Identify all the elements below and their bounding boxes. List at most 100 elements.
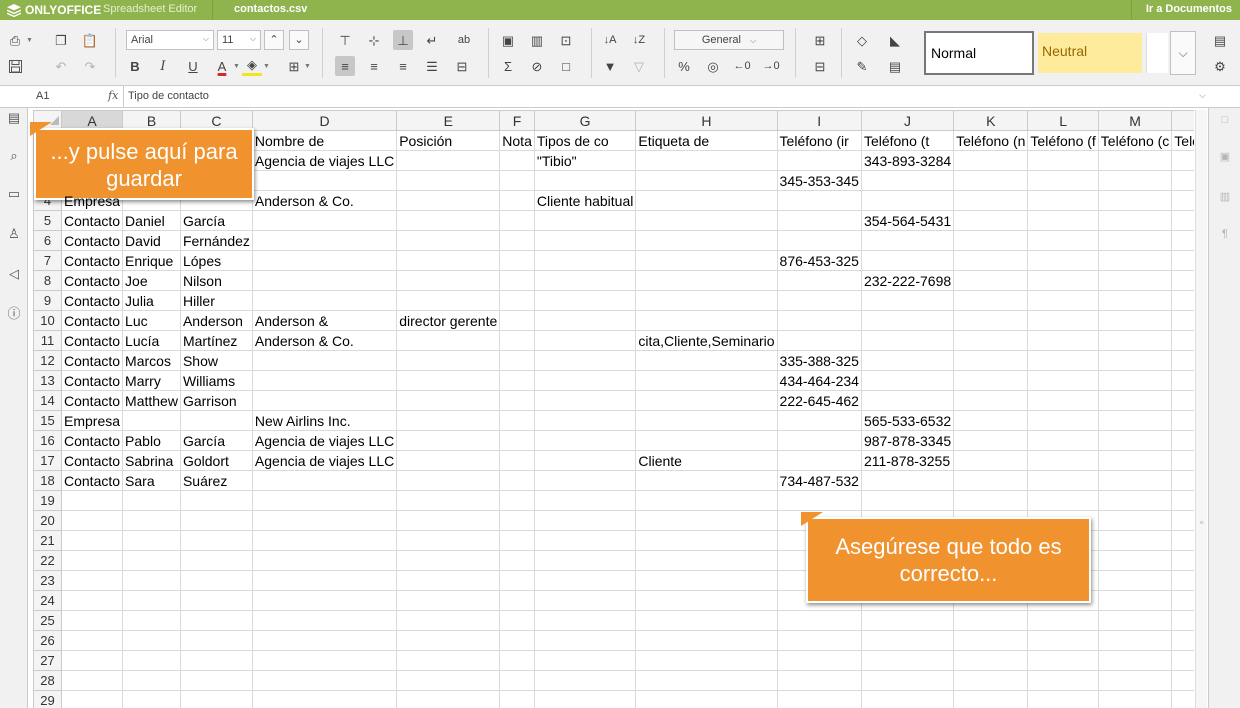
cell[interactable]: [860, 370, 955, 391]
row-header[interactable]: 9: [33, 290, 62, 311]
cell[interactable]: 876-453-325: [776, 250, 862, 271]
cell[interactable]: [776, 190, 862, 211]
chevron-down-icon[interactable]: ⌵: [1170, 31, 1196, 75]
cell[interactable]: [533, 370, 637, 391]
cell[interactable]: Etiqueta de: [635, 130, 778, 151]
cell[interactable]: [1027, 610, 1099, 631]
cell[interactable]: Show: [179, 350, 253, 371]
cell[interactable]: [776, 410, 862, 431]
cell[interactable]: [776, 430, 862, 451]
cell[interactable]: [776, 650, 862, 671]
cell[interactable]: [122, 670, 181, 691]
cell[interactable]: [635, 650, 778, 671]
cell[interactable]: [60, 570, 124, 591]
insert-image-icon[interactable]: ▣: [498, 30, 518, 50]
cell[interactable]: [1097, 210, 1173, 231]
cell[interactable]: [860, 650, 955, 671]
cell[interactable]: 434-464-234: [776, 370, 862, 391]
cell[interactable]: [179, 510, 253, 531]
cell[interactable]: Teléfono (n: [953, 130, 1029, 151]
cell[interactable]: [776, 330, 862, 351]
function-icon[interactable]: fx: [108, 89, 118, 102]
cell[interactable]: [251, 650, 398, 671]
cell[interactable]: Anderson & Co.: [251, 330, 398, 351]
cell[interactable]: [1097, 530, 1173, 551]
cell[interactable]: [1171, 610, 1194, 631]
cell[interactable]: [953, 610, 1029, 631]
cell[interactable]: [499, 350, 535, 371]
number-format-select[interactable]: General ⌵: [674, 30, 784, 50]
cell[interactable]: Enrique: [122, 250, 181, 271]
cell[interactable]: [251, 390, 398, 411]
align-justify-icon[interactable]: ☰: [422, 56, 442, 76]
cell[interactable]: [533, 390, 637, 411]
cell[interactable]: [953, 290, 1029, 311]
cell[interactable]: Hiller: [179, 290, 253, 311]
row-header[interactable]: 5: [33, 210, 62, 231]
align-center-icon[interactable]: ≡: [364, 56, 384, 76]
cell[interactable]: [953, 630, 1029, 651]
cell[interactable]: [499, 590, 535, 611]
feedback-icon[interactable]: ◁: [4, 264, 24, 284]
cell[interactable]: [533, 310, 637, 331]
cell[interactable]: [860, 230, 955, 251]
cell[interactable]: [179, 410, 253, 431]
cell[interactable]: [635, 290, 778, 311]
cell[interactable]: [1027, 170, 1099, 191]
cell[interactable]: [499, 630, 535, 651]
cell[interactable]: Contacto: [60, 430, 124, 451]
borders-icon[interactable]: ⊞: [284, 56, 304, 76]
cell[interactable]: [860, 690, 955, 708]
cell[interactable]: Empresa: [60, 410, 124, 431]
clear-icon[interactable]: ◇: [852, 30, 872, 50]
cell[interactable]: [860, 390, 955, 411]
cell[interactable]: [635, 590, 778, 611]
borders-caret[interactable]: ▼: [304, 63, 311, 70]
cell[interactable]: [533, 430, 637, 451]
cell[interactable]: [860, 470, 955, 491]
cell[interactable]: [776, 670, 862, 691]
cell[interactable]: [533, 490, 637, 511]
cell[interactable]: [251, 610, 398, 631]
cell[interactable]: [122, 590, 181, 611]
cell[interactable]: [860, 350, 955, 371]
cell[interactable]: [396, 270, 501, 291]
cell[interactable]: [1097, 410, 1173, 431]
cell[interactable]: [499, 470, 535, 491]
cell[interactable]: Contacto: [60, 250, 124, 271]
cell[interactable]: [635, 390, 778, 411]
cell[interactable]: Contacto: [60, 330, 124, 351]
cell[interactable]: [953, 210, 1029, 231]
cell[interactable]: [396, 690, 501, 708]
clear-filter-icon[interactable]: ▽: [629, 56, 649, 76]
align-top-icon[interactable]: ⊤: [335, 30, 355, 50]
cell[interactable]: [122, 510, 181, 531]
cell[interactable]: [1097, 290, 1173, 311]
autosum-icon[interactable]: Σ: [498, 56, 518, 76]
cell[interactable]: [499, 150, 535, 171]
cell[interactable]: Agencia de viajes LLC: [251, 450, 398, 471]
cell[interactable]: 354-564-5431: [860, 210, 955, 231]
info-icon[interactable]: ⓘ: [4, 302, 24, 322]
cell[interactable]: [635, 270, 778, 291]
style-normal[interactable]: Normal: [924, 31, 1034, 75]
cell[interactable]: [1027, 270, 1099, 291]
cell[interactable]: Teléfono (f: [1027, 130, 1099, 151]
comments-icon[interactable]: ▭: [4, 184, 24, 204]
cell[interactable]: [122, 570, 181, 591]
cell[interactable]: [1171, 350, 1194, 371]
cell[interactable]: [1171, 170, 1194, 191]
cell[interactable]: [251, 570, 398, 591]
cell[interactable]: [499, 250, 535, 271]
cell[interactable]: [1027, 490, 1099, 511]
cell[interactable]: [396, 350, 501, 371]
cell[interactable]: [1027, 450, 1099, 471]
cell[interactable]: [396, 250, 501, 271]
cell[interactable]: [860, 250, 955, 271]
cell[interactable]: Goldort: [179, 450, 253, 471]
wrap-text-icon[interactable]: ↵: [422, 30, 442, 50]
image-settings-icon[interactable]: ▣: [1217, 148, 1233, 164]
cell[interactable]: [499, 610, 535, 631]
cell[interactable]: [1171, 570, 1194, 591]
column-header-m[interactable]: M: [1097, 110, 1173, 131]
